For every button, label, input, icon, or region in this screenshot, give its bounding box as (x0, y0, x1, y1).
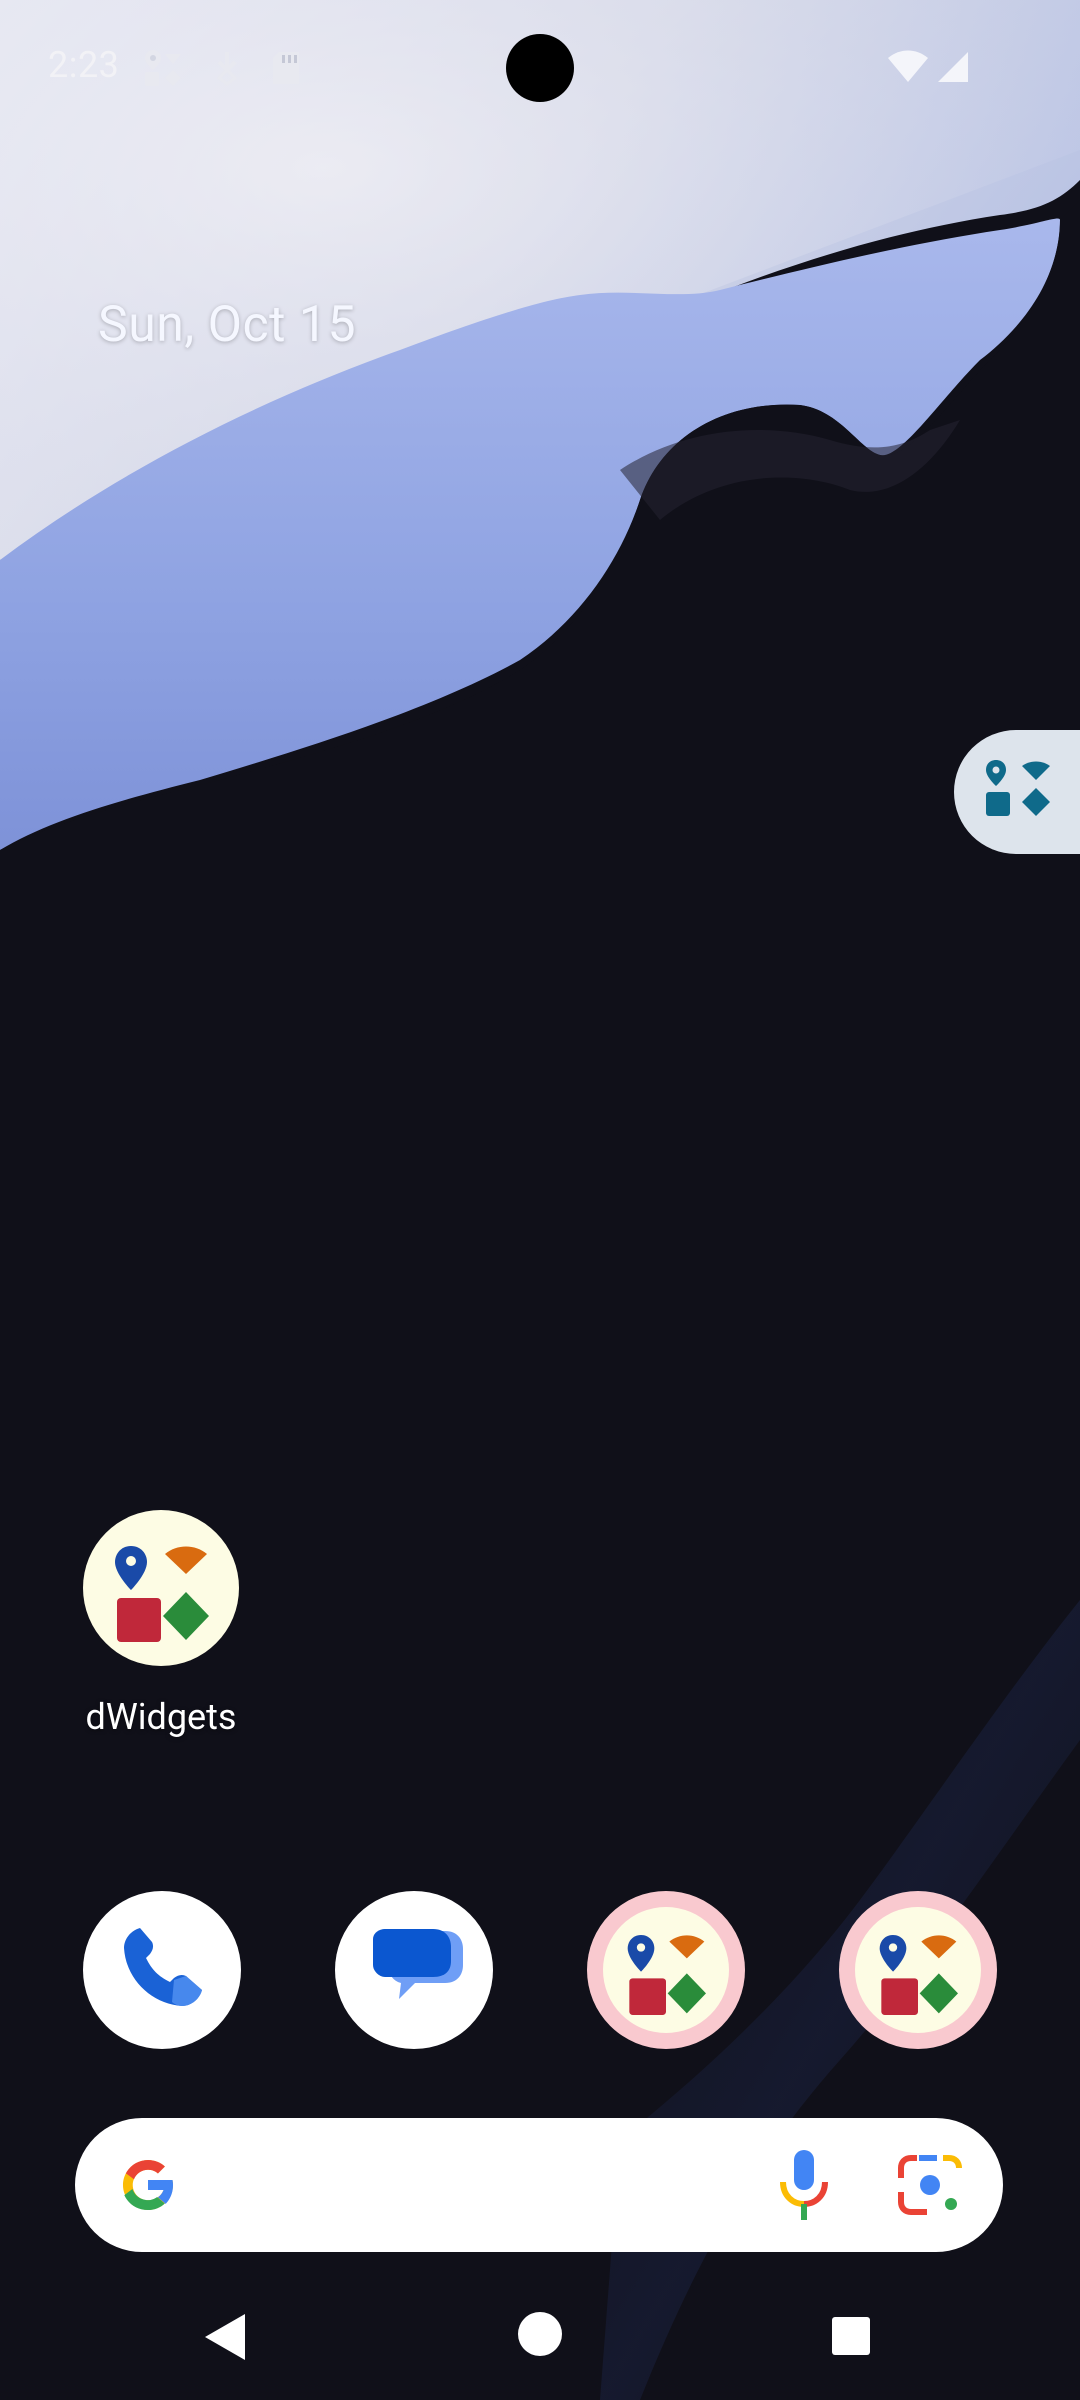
dwidgets-app-icon (855, 1907, 981, 2033)
download-icon (213, 50, 241, 90)
app-label-dwidgets[interactable]: dWidgets (60, 1696, 262, 1738)
status-bar: 2:23 (0, 0, 1080, 140)
dock-phone-app[interactable] (83, 1891, 241, 2049)
dock-dwidgets-app[interactable] (587, 1891, 745, 2049)
status-system-icons (888, 50, 970, 88)
recents-button[interactable] (830, 2315, 872, 2361)
phone-icon (112, 1918, 212, 2022)
dock-messages-app[interactable] (335, 1891, 493, 2049)
status-notification-icons (143, 48, 301, 92)
dock-dwidgets-app[interactable] (839, 1891, 997, 2049)
sd-card-icon (271, 50, 301, 90)
wifi-icon (888, 50, 928, 88)
home-button[interactable] (516, 2310, 564, 2362)
navigation-bar (0, 2290, 1080, 2400)
google-search-bar[interactable] (75, 2118, 1003, 2252)
edge-panel-handle[interactable] (954, 730, 1080, 854)
dwidgets-edge-icon (984, 758, 1054, 826)
messages-icon (359, 1913, 469, 2027)
date-widget[interactable]: Sun, Oct 15 (98, 296, 356, 354)
cell-signal-icon (936, 50, 970, 88)
google-g-icon (115, 2152, 181, 2222)
camera-cutout (506, 34, 574, 102)
dwidgets-app-icon (603, 1907, 729, 2033)
dwidgets-notification-icon (143, 48, 183, 92)
voice-search-icon[interactable] (777, 2148, 831, 2226)
status-time: 2:23 (48, 44, 120, 86)
dwidgets-app-icon[interactable] (83, 1510, 239, 1666)
back-button[interactable] (203, 2312, 249, 2366)
google-lens-icon[interactable] (897, 2154, 963, 2220)
